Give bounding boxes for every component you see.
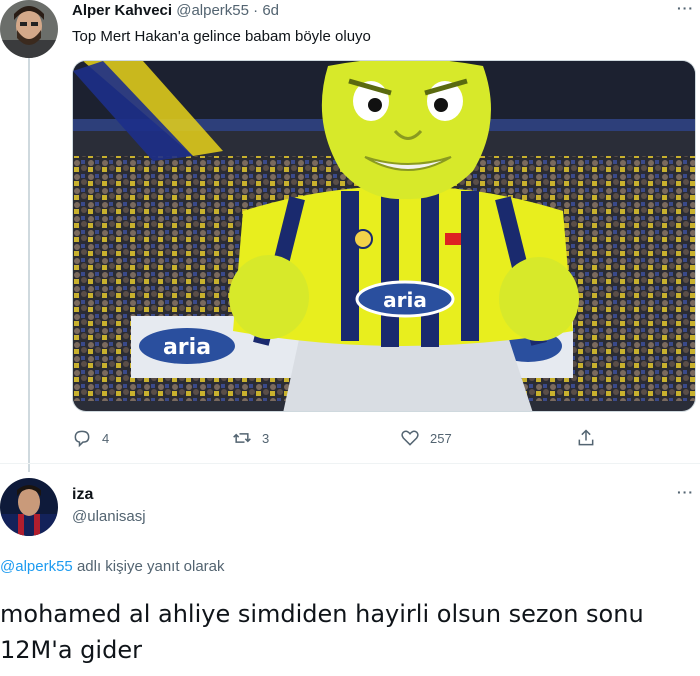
- divider: [0, 463, 700, 464]
- jersey-logo-text: aria: [383, 288, 427, 312]
- reply-button[interactable]: 4: [72, 428, 109, 448]
- user-handle[interactable]: @ulanisasj: [72, 508, 146, 525]
- tweet-action-bar: 4 3 257: [72, 428, 602, 452]
- retweet-button[interactable]: 3: [232, 428, 269, 448]
- tweet-text: Top Mert Hakan'a gelince babam böyle olu…: [72, 28, 371, 45]
- more-options-icon[interactable]: ···: [677, 484, 694, 500]
- tweet-image[interactable]: aria aria: [72, 60, 696, 412]
- like-button[interactable]: 257: [400, 428, 452, 448]
- display-name[interactable]: iza: [72, 486, 93, 504]
- tweet-header: Alper Kahveci @alperk55 · 6d: [72, 2, 279, 19]
- banner-logo-text: aria: [163, 335, 211, 360]
- avatar[interactable]: [0, 0, 58, 58]
- more-options-icon[interactable]: ···: [677, 0, 694, 16]
- tweet-text: mohamed al ahliye simdiden hayirli olsun…: [0, 600, 644, 664]
- retweet-icon: [233, 433, 251, 443]
- user-handle[interactable]: @alperk55: [176, 2, 249, 19]
- replying-to: @alperk55 adlı kişiye yanıt olarak: [0, 558, 225, 575]
- share-icon: [578, 429, 594, 446]
- avatar[interactable]: [0, 478, 58, 536]
- retweet-count: 3: [262, 430, 270, 446]
- thread-connector-line: [28, 58, 30, 472]
- separator-dot: ·: [253, 2, 259, 19]
- timestamp[interactable]: 6d: [262, 2, 279, 19]
- reply-icon: [74, 430, 90, 448]
- display-name[interactable]: Alper Kahveci: [72, 2, 172, 19]
- share-button[interactable]: [576, 428, 596, 448]
- heart-icon: [401, 430, 419, 446]
- mention-link[interactable]: @alperk55: [0, 558, 73, 575]
- reply-count: 4: [102, 430, 110, 446]
- like-count: 257: [430, 430, 452, 446]
- replying-to-label: adlı kişiye yanıt olarak: [72, 558, 225, 575]
